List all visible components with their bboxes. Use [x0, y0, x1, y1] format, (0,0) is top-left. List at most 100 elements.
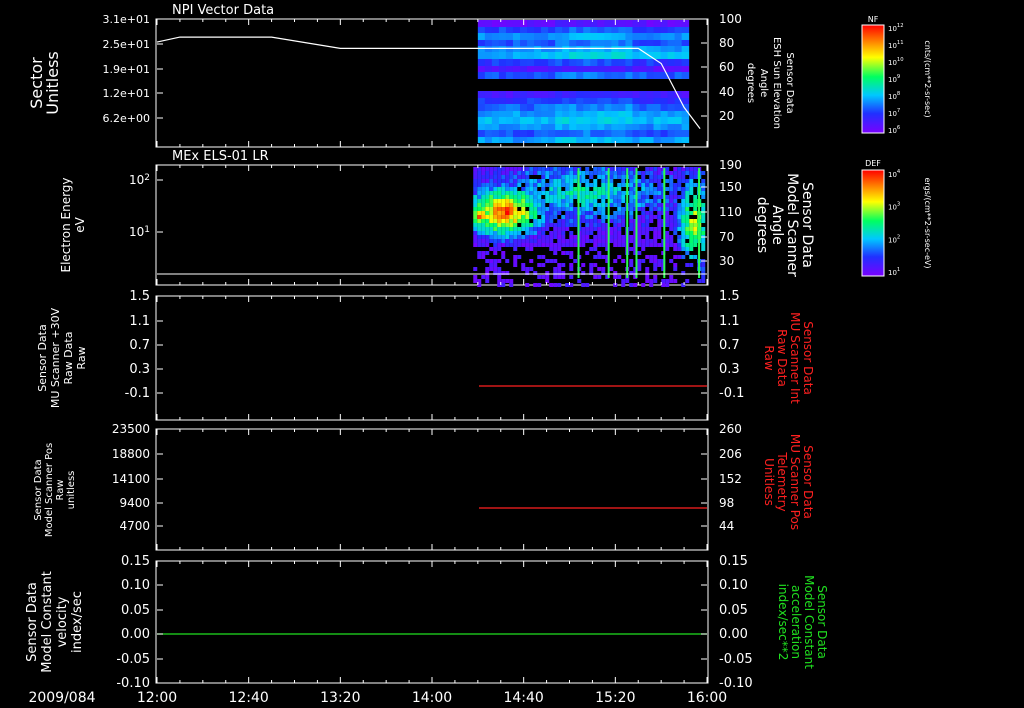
els-heat-cell — [641, 283, 646, 287]
els-heat-cell — [537, 239, 542, 243]
els-heat-cell — [493, 191, 498, 195]
npi-heat-cell — [681, 52, 690, 59]
els-heat-cell — [681, 167, 686, 171]
npi-heat-cell — [569, 91, 577, 98]
els-heat-cell — [557, 275, 562, 279]
npi-heat-cell — [667, 46, 676, 52]
els-heat-cell — [501, 235, 506, 239]
els-heat-cell — [609, 171, 614, 175]
npi-heat-cell — [484, 20, 493, 27]
vel-left-label-2: Model Constant — [40, 571, 55, 673]
els-heat-cell — [685, 203, 690, 207]
els-heat-cell — [649, 179, 654, 183]
els-heat-cell — [565, 215, 570, 219]
els-heat-cell — [525, 211, 530, 215]
npi-heat-cell — [660, 52, 669, 59]
npi-heat-cell — [618, 72, 626, 79]
npi-heat-cell — [534, 130, 542, 137]
els-heat-cell — [673, 231, 678, 235]
npi-heat-cell — [498, 111, 507, 117]
els-heat-cell — [649, 191, 654, 195]
els-heat-cell — [569, 211, 574, 215]
els-heat-cell — [593, 223, 598, 227]
els-heat-cell — [613, 171, 618, 175]
npi-heat-cell — [590, 40, 598, 46]
els-heat-cell — [585, 179, 590, 183]
els-heat-cell — [653, 203, 658, 207]
els-heat-cell — [593, 187, 598, 191]
els-heat-cell — [601, 199, 606, 203]
els-heat-cell — [521, 179, 526, 183]
els-heat-cell — [601, 239, 606, 243]
els-heat-cell — [681, 247, 686, 251]
els-heat-cell — [501, 183, 506, 187]
els-heat-cell — [477, 239, 482, 243]
els-heat-cell — [685, 199, 690, 203]
els-heat-cell — [545, 235, 550, 239]
npi-heat-cell — [569, 111, 577, 117]
els-heat-cell — [549, 183, 554, 187]
npi-heat-cell — [604, 124, 612, 130]
els-heat-cell — [489, 263, 494, 267]
els-heat-cell — [509, 283, 514, 287]
els-heat-cell — [493, 211, 498, 215]
els-heat-cell — [665, 199, 670, 203]
els-heat-cell — [553, 231, 558, 235]
time-tick-label: 14:40 — [503, 690, 543, 706]
els-heat-cell — [529, 171, 534, 175]
els-heat-cell — [677, 255, 682, 259]
els-heat-cell — [681, 239, 686, 243]
els-heat-cell — [613, 219, 618, 223]
els-heat-cell — [677, 175, 682, 179]
els-heat-cell — [505, 183, 510, 187]
els-heat-cell — [557, 203, 562, 207]
panel-npi-left-tick-label: 2.5e+01 — [103, 38, 150, 51]
panel-npi-title: NPI Vector Data — [172, 3, 274, 18]
els-heat-cell — [637, 223, 642, 227]
els-heat-cell — [653, 167, 658, 171]
els-heat-cell — [565, 183, 570, 187]
els-heat-cell — [573, 259, 578, 263]
els-heat-cell — [693, 239, 698, 243]
els-heat-cell — [669, 203, 674, 207]
els-heat-cell — [549, 215, 554, 219]
els-heat-cell — [569, 195, 574, 199]
npi-heat-cell — [576, 33, 584, 40]
npi-heat-cell — [590, 20, 598, 27]
els-heat-cell — [477, 207, 482, 211]
npi-heat-cell — [625, 27, 633, 33]
els-heat-cell — [593, 275, 598, 279]
els-heat-cell — [541, 223, 546, 227]
els-heat-cell — [517, 255, 522, 259]
els-heat-cell — [533, 191, 538, 195]
els-heat-cell — [573, 243, 578, 247]
els-heat-cell — [493, 187, 498, 191]
npi-heat-cell — [604, 27, 612, 33]
npi-heat-cell — [491, 111, 500, 117]
els-heat-cell — [677, 167, 682, 171]
npi-heat-cell — [597, 33, 605, 40]
npi-heat-cell — [534, 111, 542, 117]
npi-heat-cell — [569, 52, 577, 59]
els-heat-cell — [477, 171, 482, 175]
npi-heat-cell — [681, 20, 690, 27]
els-heat-cell — [569, 215, 574, 219]
npi-heat-cell — [576, 117, 584, 124]
els-heat-cell — [557, 207, 562, 211]
els-heat-cell — [565, 243, 570, 247]
npi-heat-cell — [512, 20, 521, 27]
els-heat-cell — [685, 167, 690, 171]
npi-heat-cell — [548, 137, 556, 143]
els-heat-cell — [481, 175, 486, 179]
els-heat-cell — [585, 207, 590, 211]
npi-heat-cell — [477, 137, 486, 143]
npi-heat-cell — [548, 27, 556, 33]
els-heat-cell — [565, 207, 570, 211]
npi-heat-cell — [548, 52, 556, 59]
els-heat-cell — [701, 195, 706, 199]
npi-heat-cell — [632, 33, 640, 40]
npi-heat-cell — [632, 117, 640, 124]
els-heat-cell — [593, 211, 598, 215]
els-streak — [698, 168, 701, 278]
els-heat-cell — [581, 227, 586, 231]
